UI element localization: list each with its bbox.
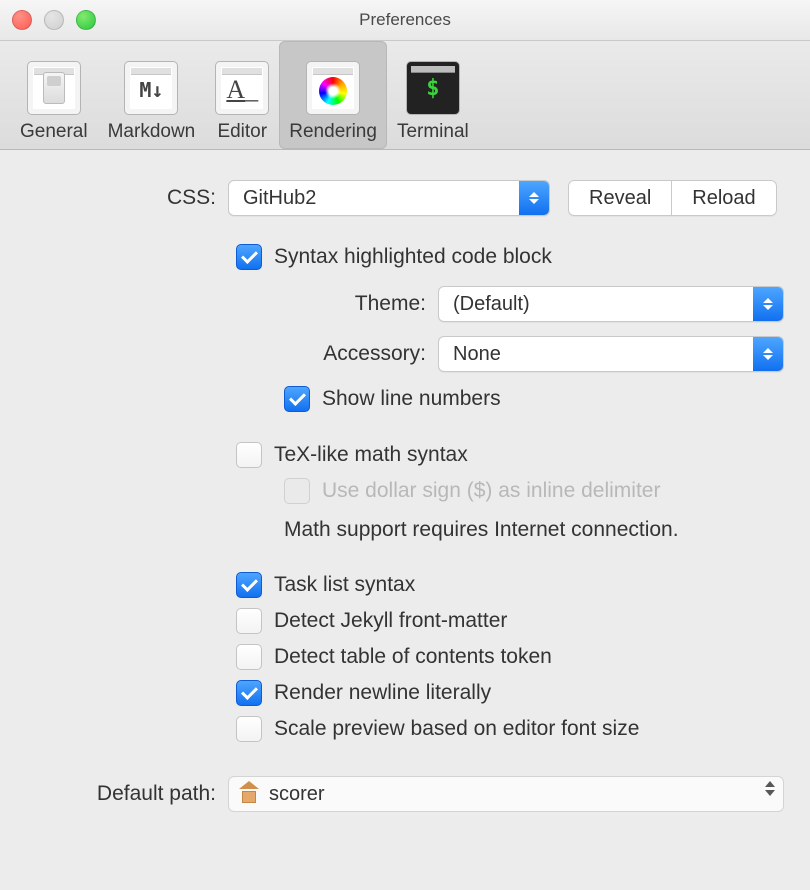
tab-markdown-label: Markdown bbox=[108, 121, 196, 143]
tab-markdown[interactable]: M↓ Markdown bbox=[98, 41, 206, 149]
dollar-inline-checkbox-row: Use dollar sign ($) as inline delimiter bbox=[284, 478, 784, 504]
general-icon bbox=[27, 61, 81, 115]
newline-literal-checkbox-row: Render newline literally bbox=[236, 680, 784, 706]
line-numbers-checkbox[interactable] bbox=[284, 386, 310, 412]
editor-icon: A_ bbox=[215, 61, 269, 115]
tab-terminal[interactable]: $ Terminal bbox=[387, 41, 479, 149]
scale-preview-checkbox[interactable] bbox=[236, 716, 262, 742]
dropdown-arrows-icon bbox=[519, 181, 549, 215]
jekyll-label: Detect Jekyll front-matter bbox=[274, 609, 507, 633]
terminal-icon: $ bbox=[406, 61, 460, 115]
syntax-highlight-label: Syntax highlighted code block bbox=[274, 245, 552, 269]
tex-math-checkbox[interactable] bbox=[236, 442, 262, 468]
toc-checkbox[interactable] bbox=[236, 644, 262, 670]
line-numbers-label: Show line numbers bbox=[322, 387, 501, 411]
reveal-button[interactable]: Reveal bbox=[568, 180, 672, 216]
accessory-dropdown-value: None bbox=[439, 343, 753, 366]
syntax-highlight-checkbox[interactable] bbox=[236, 244, 262, 270]
close-button[interactable] bbox=[12, 10, 32, 30]
tab-general-label: General bbox=[20, 121, 88, 143]
zoom-button[interactable] bbox=[76, 10, 96, 30]
toc-checkbox-row: Detect table of contents token bbox=[236, 644, 784, 670]
newline-literal-checkbox[interactable] bbox=[236, 680, 262, 706]
task-list-label: Task list syntax bbox=[274, 573, 415, 597]
tab-general[interactable]: General bbox=[10, 41, 98, 149]
css-dropdown-value: GitHub2 bbox=[229, 187, 519, 210]
tab-rendering[interactable]: Rendering bbox=[279, 41, 387, 149]
math-note: Math support requires Internet connectio… bbox=[284, 518, 679, 541]
task-list-checkbox[interactable] bbox=[236, 572, 262, 598]
window-title: Preferences bbox=[359, 10, 451, 30]
scale-preview-checkbox-row: Scale preview based on editor font size bbox=[236, 716, 784, 742]
newline-literal-label: Render newline literally bbox=[274, 681, 491, 705]
tab-rendering-label: Rendering bbox=[289, 121, 377, 143]
titlebar: Preferences bbox=[0, 0, 810, 41]
markdown-icon: M↓ bbox=[124, 61, 178, 115]
tex-math-checkbox-row: TeX-like math syntax bbox=[236, 442, 784, 468]
dollar-inline-checkbox bbox=[284, 478, 310, 504]
css-label: CSS: bbox=[26, 186, 228, 210]
syntax-highlight-checkbox-row: Syntax highlighted code block bbox=[236, 244, 784, 270]
line-numbers-checkbox-row: Show line numbers bbox=[284, 386, 784, 412]
css-dropdown[interactable]: GitHub2 bbox=[228, 180, 550, 216]
jekyll-checkbox-row: Detect Jekyll front-matter bbox=[236, 608, 784, 634]
reload-button[interactable]: Reload bbox=[672, 180, 776, 216]
theme-dropdown-value: (Default) bbox=[439, 293, 753, 316]
tab-editor-label: Editor bbox=[217, 121, 267, 143]
tab-editor[interactable]: A_ Editor bbox=[205, 41, 279, 149]
preferences-content: CSS: GitHub2 Reveal Reload Syntax highli… bbox=[0, 150, 810, 890]
accessory-dropdown[interactable]: None bbox=[438, 336, 784, 372]
theme-label: Theme: bbox=[26, 292, 438, 316]
dollar-inline-label: Use dollar sign ($) as inline delimiter bbox=[322, 479, 660, 503]
tex-math-label: TeX-like math syntax bbox=[274, 443, 468, 467]
dropdown-arrows-icon bbox=[753, 337, 783, 371]
window-controls bbox=[12, 10, 96, 30]
css-button-group: Reveal Reload bbox=[568, 180, 777, 216]
dropdown-arrows-icon bbox=[753, 287, 783, 321]
default-path-label: Default path: bbox=[26, 782, 228, 806]
theme-dropdown[interactable]: (Default) bbox=[438, 286, 784, 322]
task-list-checkbox-row: Task list syntax bbox=[236, 572, 784, 598]
rendering-icon bbox=[306, 61, 360, 115]
scale-preview-label: Scale preview based on editor font size bbox=[274, 717, 639, 741]
toc-label: Detect table of contents token bbox=[274, 645, 552, 669]
minimize-button[interactable] bbox=[44, 10, 64, 30]
css-row: CSS: GitHub2 Reveal Reload bbox=[26, 180, 784, 216]
stepper-arrows-icon bbox=[765, 781, 775, 796]
home-icon bbox=[239, 785, 259, 803]
accessory-label: Accessory: bbox=[26, 342, 438, 366]
jekyll-checkbox[interactable] bbox=[236, 608, 262, 634]
tab-terminal-label: Terminal bbox=[397, 121, 469, 143]
preferences-window: Preferences General M↓ Markdown A_ Edito… bbox=[0, 0, 810, 890]
preferences-toolbar: General M↓ Markdown A_ Editor Rendering … bbox=[0, 41, 810, 150]
default-path-selector[interactable]: scorer bbox=[228, 776, 784, 812]
default-path-value: scorer bbox=[269, 783, 325, 806]
